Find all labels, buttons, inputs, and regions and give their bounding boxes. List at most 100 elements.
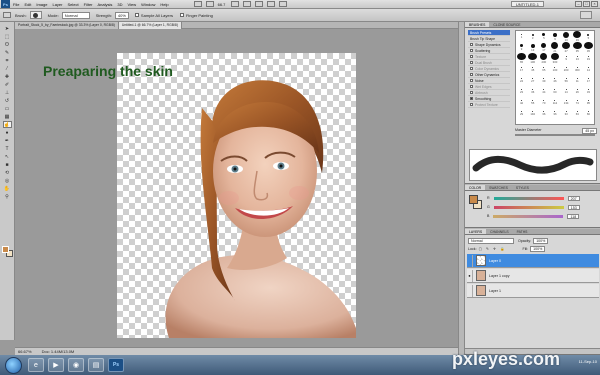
- brush-preset[interactable]: 14: [583, 64, 594, 75]
- brush-preset[interactable]: 29: [516, 108, 527, 119]
- brush-preset[interactable]: 13: [527, 42, 538, 53]
- 3d-orbit-tool-icon[interactable]: ◎: [3, 177, 12, 184]
- healing-tool-icon[interactable]: ✚: [3, 73, 12, 80]
- brush-option-checkbox[interactable]: [470, 55, 473, 58]
- brush-option-checkbox[interactable]: [470, 67, 473, 70]
- path-select-tool-icon[interactable]: ↖: [3, 153, 12, 160]
- brush-preset[interactable]: 21: [549, 42, 560, 53]
- folder-icon[interactable]: ▤: [88, 358, 104, 372]
- brush-preset[interactable]: 35: [572, 42, 583, 53]
- brush-preset[interactable]: 66: [583, 108, 594, 119]
- foreground-color-swatch[interactable]: [2, 246, 9, 253]
- screen-mode-icon[interactable]: [279, 1, 288, 7]
- lock-transparent-icon[interactable]: ▢: [479, 247, 482, 251]
- tab-layers[interactable]: LAYERS: [465, 229, 487, 234]
- brush-preset[interactable]: 42: [516, 97, 527, 108]
- document-canvas[interactable]: [117, 53, 356, 338]
- eye-icon[interactable]: ●: [467, 269, 473, 282]
- brush-preset[interactable]: 36: [527, 86, 538, 97]
- zoom-level[interactable]: 66.7: [218, 2, 226, 7]
- lock-pixels-icon[interactable]: ✎: [486, 247, 489, 251]
- clone-stamp-tool-icon[interactable]: ⊥: [3, 89, 12, 96]
- brush-option-checkbox[interactable]: [470, 61, 473, 64]
- smudge-tool-preset-icon[interactable]: [3, 12, 11, 18]
- smudge-tool-icon[interactable]: ☝: [2, 121, 12, 128]
- media-player-icon[interactable]: ▶: [48, 358, 64, 372]
- tab-clone-source[interactable]: CLONE SOURCE: [489, 22, 524, 27]
- brush-preset[interactable]: 300: [572, 64, 583, 75]
- tab-styles[interactable]: STYLES: [512, 185, 533, 190]
- brush-preset[interactable]: 112: [549, 97, 560, 108]
- brush-option-checkbox[interactable]: [470, 103, 473, 106]
- hand-tool-icon[interactable]: [231, 1, 240, 7]
- brush-preset[interactable]: 63: [572, 108, 583, 119]
- brush-preset[interactable]: 17: [583, 75, 594, 86]
- brush-preset[interactable]: 9: [549, 31, 560, 42]
- lock-all-icon[interactable]: 🔒: [500, 247, 504, 251]
- tab-paths[interactable]: PATHS: [513, 229, 532, 234]
- move-tool-icon[interactable]: ➤: [3, 25, 12, 32]
- brush-preset[interactable]: 65: [538, 64, 549, 75]
- menu-help[interactable]: Help: [160, 2, 168, 7]
- brush-option-checkbox[interactable]: [470, 79, 473, 82]
- red-value[interactable]: 207: [567, 195, 580, 201]
- brush-preset[interactable]: 44: [538, 86, 549, 97]
- close-icon[interactable]: ×: [591, 1, 598, 7]
- eraser-tool-icon[interactable]: ▭: [3, 105, 12, 112]
- lock-position-icon[interactable]: ✛: [493, 247, 496, 251]
- opacity-field[interactable]: 100%: [533, 238, 549, 244]
- finger-painting-checkbox[interactable]: [179, 13, 184, 17]
- brush-preset[interactable]: 100: [527, 53, 538, 64]
- brush-preset[interactable]: 27: [527, 75, 538, 86]
- pen-tool-icon[interactable]: ✒: [3, 137, 12, 144]
- document-tab[interactable]: Portrait_Stock_5_by_Faeriestock.jpg @ 33…: [15, 22, 119, 29]
- menu-3d[interactable]: 3D: [117, 2, 122, 7]
- brush-tool-icon[interactable]: ✐: [3, 81, 12, 88]
- internet-explorer-icon[interactable]: e: [28, 358, 44, 372]
- arrange-documents-icon[interactable]: [267, 1, 276, 7]
- brush-preset[interactable]: 33: [583, 86, 594, 97]
- fill-field[interactable]: 100%: [530, 246, 546, 252]
- brush-preset[interactable]: 70: [538, 97, 549, 108]
- brush-preset[interactable]: 200: [561, 64, 572, 75]
- brush-preset[interactable]: 36: [549, 108, 560, 119]
- brush-preset[interactable]: 14: [561, 86, 572, 97]
- green-value[interactable]: 153: [567, 204, 580, 210]
- brush-option-checkbox[interactable]: [470, 43, 473, 46]
- photoshop-taskbar-icon[interactable]: Ps: [108, 358, 124, 372]
- 3d-rotate-tool-icon[interactable]: ⟲: [3, 169, 12, 176]
- start-button[interactable]: [5, 356, 22, 374]
- brush-preset[interactable]: 100: [549, 64, 560, 75]
- brush-preset[interactable]: 95: [583, 97, 594, 108]
- brush-preset[interactable]: 27: [561, 42, 572, 53]
- brush-preset[interactable]: 45: [583, 42, 594, 53]
- menu-view[interactable]: View: [128, 2, 137, 7]
- bridge-icon[interactable]: [193, 1, 202, 7]
- sample-all-checkbox[interactable]: [134, 13, 139, 17]
- brush-preset[interactable]: 45: [527, 64, 538, 75]
- brush-preset[interactable]: 13: [561, 31, 572, 42]
- dodge-tool-icon[interactable]: ●: [3, 129, 12, 136]
- history-brush-tool-icon[interactable]: ↺: [3, 97, 12, 104]
- zoom-tool-icon[interactable]: ⚲: [3, 193, 12, 200]
- eye-icon[interactable]: [467, 284, 473, 297]
- brush-preset[interactable]: 26: [572, 86, 583, 97]
- shape-tool-icon[interactable]: ■: [3, 161, 12, 168]
- brush-preset[interactable]: 9: [516, 42, 527, 53]
- brush-preset[interactable]: 9: [561, 53, 572, 64]
- hand-tool-icon[interactable]: ✋: [3, 185, 12, 192]
- zoom-tool-icon[interactable]: [243, 1, 252, 7]
- layer-row[interactable]: Layer 0: [467, 254, 599, 268]
- type-tool-icon[interactable]: T: [3, 145, 12, 152]
- firefox-icon[interactable]: ◉: [68, 358, 84, 372]
- menu-filter[interactable]: Filter: [84, 2, 93, 7]
- status-zoom[interactable]: 66.67%: [18, 349, 32, 354]
- blend-mode-select[interactable]: Normal: [468, 238, 514, 244]
- red-slider[interactable]: [493, 196, 564, 200]
- brush-preset[interactable]: 36: [538, 108, 549, 119]
- brush-preset[interactable]: 65: [516, 53, 527, 64]
- rotate-view-icon[interactable]: [255, 1, 264, 7]
- brush-preset[interactable]: 19: [572, 31, 583, 42]
- brush-option-checkbox[interactable]: [470, 85, 473, 88]
- brush-preset[interactable]: 17: [538, 42, 549, 53]
